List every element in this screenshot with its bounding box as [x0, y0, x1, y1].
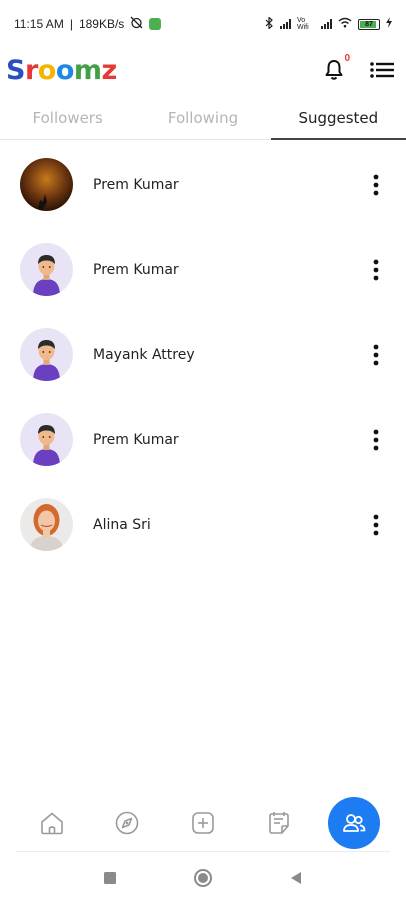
status-time: 11:15 AM [14, 17, 64, 31]
nav-notes[interactable] [253, 797, 305, 849]
status-right: Vo Wifi 87 [264, 15, 392, 32]
people-icon [343, 814, 366, 832]
avatar[interactable] [20, 413, 73, 466]
bottom-navigation [0, 795, 406, 851]
logo-letter: r [24, 54, 38, 86]
more-options-button[interactable] [366, 428, 386, 452]
status-speed: 189KB/s [78, 17, 125, 31]
user-row[interactable]: Prem Kumar [0, 142, 406, 227]
suggested-user-list: Prem Kumar Prem Kumar Mayank Attrey Prem Ku… [0, 142, 406, 567]
logo-letter: o [37, 54, 57, 86]
user-row[interactable]: Prem Kumar [0, 227, 406, 312]
bell-icon [325, 60, 343, 80]
tab-following[interactable]: Following [135, 96, 270, 139]
user-row[interactable]: Alina Sri [0, 482, 406, 567]
signal-icon-2 [321, 19, 332, 29]
user-row[interactable]: Mayank Attrey [0, 312, 406, 397]
tab-followers[interactable]: Followers [0, 96, 135, 139]
logo-letter: z [101, 54, 118, 86]
app-header: Sroomz 0 [0, 48, 406, 92]
more-options-button[interactable] [366, 173, 386, 197]
nav-divider [16, 851, 390, 852]
square-icon [104, 872, 116, 884]
explore-icon [116, 811, 139, 835]
vertical-dots-icon [373, 259, 379, 280]
list-menu-icon [370, 62, 394, 78]
vowifi-label: Vo Wifi [297, 17, 309, 31]
status-left: 11:15 AM | 189KB/s [14, 16, 162, 32]
signal-icon [280, 19, 291, 29]
header-actions: 0 [324, 53, 394, 81]
bluetooth-icon [264, 15, 274, 32]
notification-badge: 0 [344, 53, 350, 64]
back-triangle-icon [291, 872, 301, 884]
notes-icon [268, 812, 289, 834]
home-system-button[interactable] [193, 868, 213, 888]
app-logo[interactable]: Sroomz [6, 55, 117, 86]
nav-people[interactable] [328, 797, 381, 849]
wifi-icon [338, 17, 352, 31]
circle-icon [194, 869, 212, 887]
tab-suggested[interactable]: Suggested [270, 96, 406, 140]
nav-add-post[interactable] [177, 797, 229, 849]
avatar[interactable] [20, 158, 73, 211]
menu-button[interactable] [370, 62, 394, 78]
avatar[interactable] [20, 243, 73, 296]
more-options-button[interactable] [366, 513, 386, 537]
recent-apps-button[interactable] [103, 871, 117, 885]
nav-explore[interactable] [101, 797, 153, 849]
vertical-dots-icon [373, 174, 379, 195]
vertical-dots-icon [373, 429, 379, 450]
nav-home[interactable] [26, 797, 78, 849]
app-notification-icon [149, 18, 162, 30]
avatar[interactable] [20, 328, 73, 381]
more-options-button[interactable] [366, 343, 386, 367]
vertical-dots-icon [373, 344, 379, 365]
user-name[interactable]: Alina Sri [93, 517, 366, 533]
home-icon [40, 812, 63, 835]
system-navigation-bar [0, 858, 406, 898]
user-name[interactable]: Prem Kumar [93, 262, 366, 278]
logo-letter: o [55, 54, 75, 86]
vertical-dots-icon [373, 514, 379, 535]
tab-bar: Followers Following Suggested [0, 96, 406, 140]
alarm-off-icon [130, 16, 143, 32]
more-options-button[interactable] [366, 258, 386, 282]
status-bar: 11:15 AM | 189KB/s Vo Wifi 87 [0, 0, 406, 48]
status-separator: | [69, 17, 73, 31]
charging-icon [386, 17, 392, 31]
user-name[interactable]: Prem Kumar [93, 177, 366, 193]
avatar[interactable] [20, 498, 73, 551]
user-name[interactable]: Prem Kumar [93, 432, 366, 448]
back-system-button[interactable] [289, 871, 303, 885]
user-name[interactable]: Mayank Attrey [93, 347, 366, 363]
notification-button[interactable]: 0 [324, 53, 350, 81]
logo-letter: S [6, 54, 25, 86]
user-row[interactable]: Prem Kumar [0, 397, 406, 482]
logo-letter: m [73, 54, 102, 86]
battery-icon: 87 [358, 18, 380, 30]
add-post-icon [192, 812, 214, 834]
